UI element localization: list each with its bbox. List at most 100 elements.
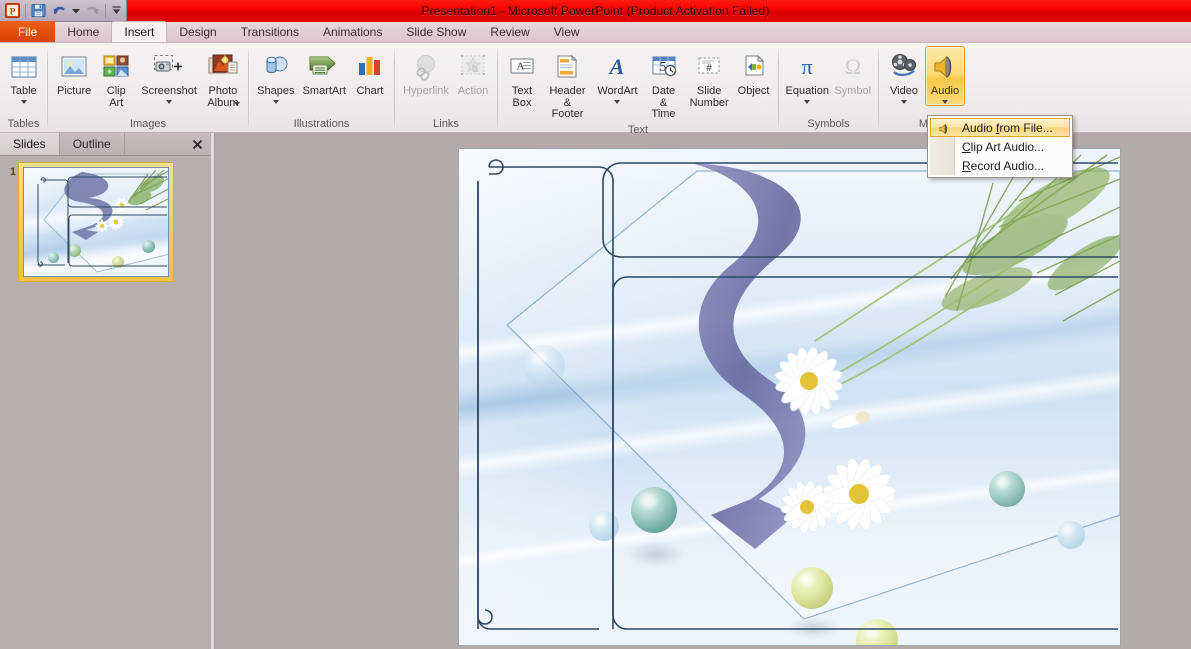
- equation-icon: π: [792, 50, 822, 84]
- audio-icon: [930, 50, 960, 84]
- undo-dropdown-icon[interactable]: [71, 2, 81, 20]
- table-button[interactable]: Table: [4, 46, 44, 106]
- header-footer-button[interactable]: Header & Footer: [542, 46, 593, 123]
- slide-editing-surface[interactable]: [459, 149, 1120, 645]
- chevron-down-icon[interactable]: [901, 99, 907, 104]
- date-time-label: Date & Time: [651, 85, 676, 120]
- ribbon-tab-strip: File Home Insert Design Transitions Anim…: [0, 21, 1191, 43]
- menu-item-clip-art-audio[interactable]: Clip Art Audio...: [930, 137, 1070, 156]
- text-box-button[interactable]: A Text Box: [502, 46, 542, 111]
- customize-qat-icon[interactable]: [109, 2, 123, 20]
- header-footer-label: Header & Footer: [549, 85, 586, 120]
- ribbon-group-images: Picture Clip Art Screenshot Photo Album …: [48, 43, 248, 132]
- picture-button[interactable]: Picture: [52, 46, 96, 100]
- picture-icon: [59, 50, 89, 84]
- menu-item-audio-from-file-label: Audio from File...: [962, 120, 1053, 135]
- chart-button[interactable]: Chart: [350, 46, 390, 100]
- group-label-symbols: Symbols: [807, 118, 850, 130]
- equation-button[interactable]: π Equation: [783, 46, 831, 106]
- equation-label: Equation: [785, 85, 829, 97]
- action-button: Action: [453, 46, 493, 100]
- audio-button[interactable]: Audio: [925, 46, 965, 106]
- thumbnail-selection[interactable]: [18, 162, 174, 282]
- slide-number-button[interactable]: # Slide Number: [685, 46, 733, 111]
- photo-album-button[interactable]: Photo Album: [202, 46, 244, 111]
- text-box-icon: A: [507, 50, 537, 84]
- group-label-links: Links: [433, 118, 459, 130]
- symbol-icon: Ω: [838, 50, 868, 84]
- screenshot-icon: [152, 50, 186, 84]
- window-title: Presentation1 - Microsoft PowerPoint (Pr…: [421, 4, 770, 18]
- header-footer-icon: [552, 50, 582, 84]
- hyperlink-label: Hyperlink: [403, 85, 449, 97]
- table-label: Table: [10, 85, 37, 97]
- date-time-button[interactable]: 5 Date & Time: [642, 46, 685, 123]
- tab-design[interactable]: Design: [167, 21, 228, 42]
- tab-view[interactable]: View: [542, 21, 592, 42]
- tab-insert[interactable]: Insert: [111, 21, 168, 42]
- screenshot-button[interactable]: Screenshot: [136, 46, 202, 106]
- clip-art-icon: [101, 50, 131, 84]
- thumbnail-number: 1: [9, 166, 16, 178]
- hyperlink-icon: [411, 50, 441, 84]
- ribbon-group-illustrations: Shapes SmartArt Chart Illustrations: [249, 43, 394, 132]
- close-panel-icon[interactable]: [184, 133, 210, 155]
- svg-text:P: P: [10, 7, 16, 17]
- powerpoint-window: P Presentation1 - Microsoft PowerPoint (…: [0, 0, 1191, 649]
- group-label-tables: Tables: [7, 118, 40, 130]
- tab-outline[interactable]: Outline: [60, 133, 125, 155]
- shapes-button[interactable]: Shapes: [253, 46, 299, 106]
- tab-review[interactable]: Review: [478, 21, 541, 42]
- tab-slides[interactable]: Slides: [0, 133, 60, 155]
- svg-text:Ω: Ω: [845, 54, 861, 79]
- tab-animations[interactable]: Animations: [311, 21, 394, 42]
- undo-icon[interactable]: [50, 2, 69, 20]
- ribbon-group-symbols: π Equation Ω Symbol Symbols: [779, 43, 878, 132]
- chevron-down-icon[interactable]: [272, 99, 279, 104]
- tab-slide-show[interactable]: Slide Show: [394, 21, 478, 42]
- tab-file[interactable]: File: [0, 21, 56, 42]
- ribbon-group-text: A Text Box Header & Footer A WordArt 5 D…: [498, 43, 778, 136]
- chevron-down-icon[interactable]: [234, 102, 240, 106]
- smartart-button[interactable]: SmartArt: [299, 46, 350, 100]
- smartart-label: SmartArt: [302, 85, 346, 97]
- chevron-down-icon[interactable]: [942, 99, 948, 104]
- slide-frame-artwork: [477, 159, 1118, 630]
- thumbnail-list: 1: [0, 156, 210, 649]
- menu-item-audio-from-file[interactable]: Audio from File...: [930, 118, 1070, 137]
- tab-transitions[interactable]: Transitions: [229, 21, 311, 42]
- clip-art-button[interactable]: Clip Art: [96, 46, 136, 111]
- clip-art-label: Clip Art: [106, 85, 126, 109]
- object-button[interactable]: Object: [733, 46, 774, 100]
- chart-label: Chart: [356, 85, 384, 97]
- redo-icon: [83, 2, 102, 20]
- svg-text:#: #: [706, 63, 712, 74]
- audio-dropdown-menu: Audio from File... Clip Art Audio... Rec…: [927, 115, 1073, 178]
- quick-access-toolbar: P: [0, 0, 127, 22]
- qat-divider-2: [105, 3, 106, 18]
- menu-item-clip-art-audio-label: Clip Art Audio...: [962, 139, 1045, 154]
- menu-item-record-audio[interactable]: Record Audio...: [930, 156, 1070, 175]
- chevron-down-icon[interactable]: [614, 99, 621, 104]
- shapes-label: Shapes: [257, 85, 295, 97]
- panel-tabs-filler: [125, 133, 184, 155]
- photo-album-icon: [207, 50, 239, 84]
- wordart-button[interactable]: A WordArt: [593, 46, 642, 106]
- save-icon[interactable]: [29, 2, 48, 20]
- picture-label: Picture: [57, 85, 92, 97]
- tab-home[interactable]: Home: [55, 21, 111, 42]
- object-icon: [739, 50, 769, 84]
- screenshot-label: Screenshot: [141, 85, 197, 97]
- table-icon: [9, 50, 39, 84]
- chevron-down-icon[interactable]: [804, 99, 811, 104]
- qat-divider-1: [25, 3, 26, 18]
- video-label: Video: [890, 85, 918, 97]
- slide-number-label: Slide Number: [689, 85, 729, 109]
- video-button[interactable]: Video: [883, 46, 925, 106]
- chevron-down-icon[interactable]: [166, 99, 173, 104]
- menu-item-record-audio-label: Record Audio...: [962, 158, 1045, 173]
- powerpoint-logo-icon[interactable]: P: [3, 2, 22, 20]
- slide-thumbnail-1[interactable]: [23, 167, 169, 277]
- speaker-icon: [936, 120, 953, 137]
- chevron-down-icon[interactable]: [20, 99, 27, 104]
